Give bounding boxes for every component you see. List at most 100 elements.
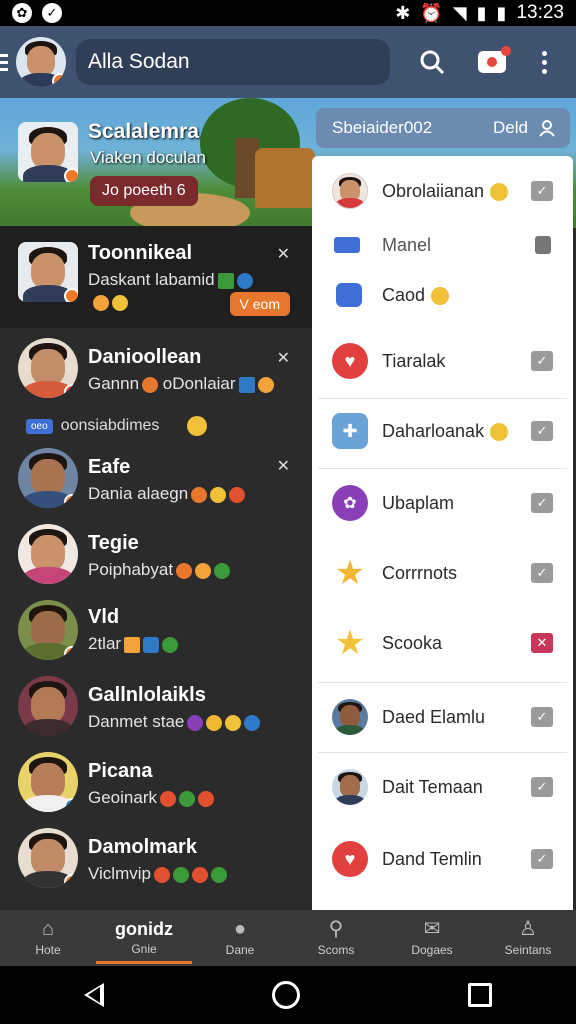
panel-header[interactable]: Sbeiaider002 Deld: [316, 108, 570, 148]
checkbox[interactable]: ✓: [531, 707, 553, 727]
chat-message: Poiphabyat: [88, 560, 231, 580]
app-bar: Alla Sodan: [0, 26, 576, 98]
chat-avatar: [18, 448, 78, 508]
search-field-text: Alla Sodan: [88, 50, 190, 73]
panel-row-label: Ubaplam: [382, 492, 455, 513]
more-vertical-icon: [541, 50, 547, 74]
profile-avatar[interactable]: [16, 37, 66, 87]
panel-header-action[interactable]: Deld: [493, 118, 528, 138]
panel-row[interactable]: ★ Scooka ✕: [312, 608, 573, 678]
nav-search[interactable]: ⚲ Scoms: [288, 910, 384, 966]
checkbox[interactable]: ✓: [531, 351, 553, 371]
panel-row-label: Obrolaiianan: [382, 181, 509, 202]
status-bar: ✿ ✓ ✱ ⏰ ◥ ▮ ▮ 13:23: [0, 0, 576, 26]
chat-message: Geoinark: [88, 788, 214, 808]
search-button[interactable]: [410, 40, 454, 84]
chat-message: Daskant labamid: [88, 270, 253, 290]
heart-icon: ♥: [332, 343, 368, 379]
close-icon[interactable]: ✕: [277, 348, 290, 368]
bottom-nav: ⌂ Hote gonidz Gnie ● Dane ⚲ Scoms ✉ Doga…: [0, 910, 576, 966]
chat-name: Tegie: [88, 532, 139, 554]
chat-row[interactable]: Toonnikeal Daskant labamid ✕ V eom: [0, 226, 312, 328]
search-field[interactable]: Alla Sodan: [76, 39, 390, 85]
nav-label: Scoms: [317, 943, 355, 957]
checkbox-checked[interactable]: ✕: [531, 633, 553, 653]
chat-avatar: [18, 524, 78, 584]
chat-row[interactable]: Vld 2tlar: [0, 592, 312, 668]
checkbox[interactable]: ✓: [531, 777, 553, 797]
checkbox[interactable]: ✓: [531, 563, 553, 583]
panel-row-label: Dait Temaan: [382, 776, 483, 797]
chat-row[interactable]: Eafe Dania alaegn ✕: [0, 444, 312, 514]
nav-settings[interactable]: ♙ Seintans: [480, 910, 576, 966]
panel-row[interactable]: ♥ Dand Temlin ✓: [312, 824, 573, 894]
nav-game[interactable]: gonidz Gnie: [96, 910, 192, 966]
camera-button[interactable]: [470, 40, 514, 84]
chat-message: Viclmvip: [88, 864, 227, 884]
back-icon[interactable]: [84, 983, 104, 1007]
panel-row-label: Caod: [382, 285, 450, 306]
panel-row[interactable]: ✚ Daharloanak ✓: [312, 396, 573, 466]
star-icon: ★: [334, 554, 366, 592]
nav-home[interactable]: ⌂ Hote: [0, 910, 96, 966]
system-nav-bar: [0, 966, 576, 1024]
nav-label: Hote: [35, 943, 61, 957]
close-icon[interactable]: ✕: [277, 456, 290, 476]
more-options-button[interactable]: [522, 40, 566, 84]
chat-name: Danioollean: [88, 346, 202, 368]
chat-row[interactable]: Danioollean Gannn oDonlaiar ✕: [0, 330, 312, 410]
panel-row[interactable]: ✿ Ubaplam ✓: [312, 468, 573, 538]
banner-subtitle: Viaken doculan: [90, 148, 206, 167]
home-icon: ⌂: [41, 918, 55, 940]
chat-avatar: [18, 676, 78, 736]
circle-icon: ✿: [332, 485, 368, 521]
chat-row[interactable]: Gallnlolaikls Danmet staе: [0, 668, 312, 744]
nav-label: Gnie: [131, 942, 157, 956]
chat-message: 2tlar: [88, 634, 179, 654]
panel-row[interactable]: Dait Temaan ✓: [312, 752, 573, 822]
checkbox[interactable]: ✓: [531, 493, 553, 513]
chat-row[interactable]: Tegie Poiphabyat: [0, 516, 312, 592]
chat-bubble-icon: [336, 283, 362, 307]
checkbox[interactable]: ✓: [531, 181, 553, 201]
chat-message: Dania alaegn: [88, 484, 246, 504]
chat-avatar: [18, 600, 78, 660]
screen: ✿ ✓ ✱ ⏰ ◥ ▮ ▮ 13:23 Alla Sodan Scalalemr…: [0, 0, 576, 1024]
panel-row[interactable]: ★ Corrrnots ✓: [312, 538, 573, 608]
search-icon: [420, 50, 445, 75]
recents-icon[interactable]: [468, 983, 492, 1007]
tag-icon: [334, 237, 360, 253]
panel-row[interactable]: Caod: [312, 260, 573, 330]
panel-row-label: Daed Elamlu: [382, 706, 486, 727]
panel-row-label: Manel: [382, 234, 432, 255]
checkbox[interactable]: ✓: [531, 421, 553, 441]
bluetooth-icon: ✱: [395, 3, 411, 23]
user-icon: ♙: [519, 918, 537, 940]
banner-action-pill[interactable]: Jo poeeth 6: [90, 176, 198, 206]
nav-profile[interactable]: ● Dane: [192, 910, 288, 966]
panel-row-avatar: [332, 173, 368, 209]
section-label: oonsiabdimes: [60, 417, 160, 434]
panel-row[interactable]: ♥ Tiaralak ✓: [312, 326, 573, 396]
checkbox[interactable]: ✓: [531, 849, 553, 869]
panel-row-label: Dand Temlin: [382, 848, 482, 869]
options-panel: Obrolaiianan ✓ Manel Caod ♥ Tiaralak ✓ ✚…: [312, 156, 573, 910]
chat-row[interactable]: Picana Geoinark: [0, 744, 312, 820]
star-icon: ★: [334, 624, 366, 662]
panel-row[interactable]: Daed Elamlu ✓: [312, 682, 573, 752]
chat-name: Gallnlolaikls: [88, 684, 206, 706]
home-button-icon[interactable]: [272, 981, 300, 1009]
nav-messages[interactable]: ✉ Dogaes: [384, 910, 480, 966]
chat-action-pill[interactable]: V eom: [229, 292, 290, 316]
chat-avatar: [18, 828, 78, 888]
banner-avatar: [18, 122, 78, 182]
panel-row-label: Scooka: [382, 632, 443, 653]
lock-icon: [535, 236, 551, 254]
menu-icon[interactable]: [0, 53, 14, 71]
check-icon: ✓: [42, 3, 62, 23]
nav-label: Seintans: [504, 943, 552, 957]
puzzle-icon: ✚: [332, 413, 368, 449]
chat-name: Eafe: [88, 456, 131, 478]
close-icon[interactable]: ✕: [277, 244, 290, 264]
chat-row[interactable]: Damolmark Viclmvip: [0, 820, 312, 900]
